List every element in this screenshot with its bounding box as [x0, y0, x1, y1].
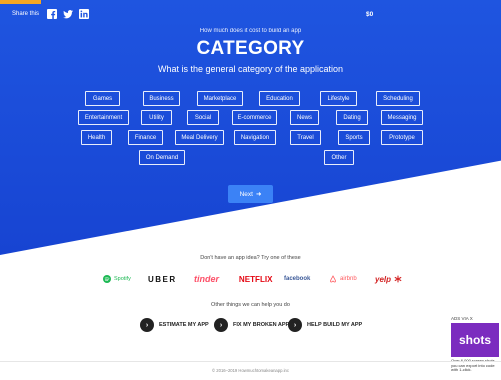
category-question: What is the general category of the appl…: [157, 64, 344, 74]
brand-yelp[interactable]: yelp: [375, 273, 402, 285]
option-news[interactable]: News: [290, 110, 319, 125]
option-scheduling[interactable]: Scheduling: [376, 91, 420, 106]
option-business[interactable]: Business: [143, 91, 180, 106]
help-label: Other things we can help you do: [211, 302, 290, 308]
brand-tinder[interactable]: tinder: [194, 273, 219, 285]
option-dating[interactable]: Dating: [336, 110, 368, 125]
option-navigation[interactable]: Navigation: [234, 130, 276, 145]
option-messaging[interactable]: Messaging: [381, 110, 423, 125]
brand-spotify[interactable]: Spotify: [103, 273, 131, 285]
option-health[interactable]: Health: [81, 130, 112, 145]
brand-airbnb-label: airbnb: [340, 276, 357, 282]
linkedin-icon[interactable]: [79, 9, 90, 19]
next-button-label: Next: [239, 190, 253, 198]
twitter-icon[interactable]: [63, 9, 74, 19]
facebook-icon[interactable]: [47, 9, 58, 19]
page-subtitle: How much does it cost to build an app: [199, 28, 302, 34]
yelp-burst-icon: [394, 275, 402, 283]
arrow-right-icon: ➜: [255, 191, 262, 198]
brand-facebook[interactable]: facebook: [284, 273, 310, 285]
brand-netflix-label: NETFLIX: [238, 274, 273, 284]
fix-my-broken-app-link[interactable]: › FIX MY BROKEN APP: [214, 318, 289, 332]
option-prototype[interactable]: Prototype: [381, 130, 423, 145]
ad-brand: shots: [458, 333, 491, 347]
help-build-my-app-link[interactable]: › HELP BUILD MY APP: [288, 318, 362, 332]
brand-yelp-label: yelp: [375, 274, 392, 284]
fix-my-broken-app-label: FIX MY BROKEN APP: [233, 322, 290, 328]
airbnb-icon: [329, 275, 337, 283]
brand-tinder-label: tinder: [194, 274, 220, 284]
help-build-my-app-label: HELP BUILD MY APP: [307, 322, 363, 328]
option-on-demand[interactable]: On Demand: [139, 150, 185, 165]
option-lifestyle[interactable]: Lifestyle: [320, 91, 357, 106]
option-education[interactable]: Education: [259, 91, 300, 106]
option-social[interactable]: Social: [187, 110, 219, 125]
top-accent-stripe: [0, 0, 41, 4]
option-meal-delivery[interactable]: Meal Delivery: [175, 130, 224, 145]
footer-copyright: © 2016–2019 Howmuchtomakeanapp.inc: [212, 368, 289, 373]
chevron-right-icon: ›: [214, 318, 228, 332]
option-finance[interactable]: Finance: [128, 130, 163, 145]
chevron-right-icon: ›: [140, 318, 154, 332]
ideas-label: Don't have an app idea? Try one of these: [200, 255, 301, 261]
page-title: CATEGORY: [196, 38, 305, 59]
ad-banner[interactable]: shots: [451, 323, 499, 357]
option-ecommerce[interactable]: E-commerce: [232, 110, 277, 125]
footer-divider: [0, 361, 501, 362]
estimate-my-app-label: ESTIMATE MY APP: [159, 322, 209, 328]
price-total: $0: [366, 11, 374, 18]
ad-label: ADS VIA X: [451, 316, 473, 321]
brand-airbnb[interactable]: airbnb: [329, 273, 357, 285]
option-utility[interactable]: Utility: [141, 110, 172, 125]
ad-widget[interactable]: ADS VIA X shots Over 6,000 screen shots …: [451, 316, 499, 373]
option-entertainment[interactable]: Entertainment: [78, 110, 129, 125]
brand-netflix[interactable]: NETFLIX: [239, 273, 273, 285]
option-games[interactable]: Games: [85, 91, 120, 106]
brand-uber[interactable]: UBER: [148, 273, 177, 285]
option-sports[interactable]: Sports: [338, 130, 370, 145]
share-label: Share this: [12, 11, 40, 17]
brand-spotify-label: Spotify: [114, 276, 131, 282]
brand-facebook-label: facebook: [284, 276, 311, 282]
share-bar: Share this: [12, 9, 90, 19]
option-marketplace[interactable]: Marketplace: [197, 91, 243, 106]
option-travel[interactable]: Travel: [290, 130, 321, 145]
estimate-my-app-link[interactable]: › ESTIMATE MY APP: [140, 318, 209, 332]
chevron-right-icon: ›: [288, 318, 302, 332]
spotify-icon: [103, 275, 111, 283]
option-other[interactable]: Other: [324, 150, 354, 165]
brand-uber-label: UBER: [148, 274, 177, 284]
next-button[interactable]: Next ➜: [228, 185, 273, 203]
